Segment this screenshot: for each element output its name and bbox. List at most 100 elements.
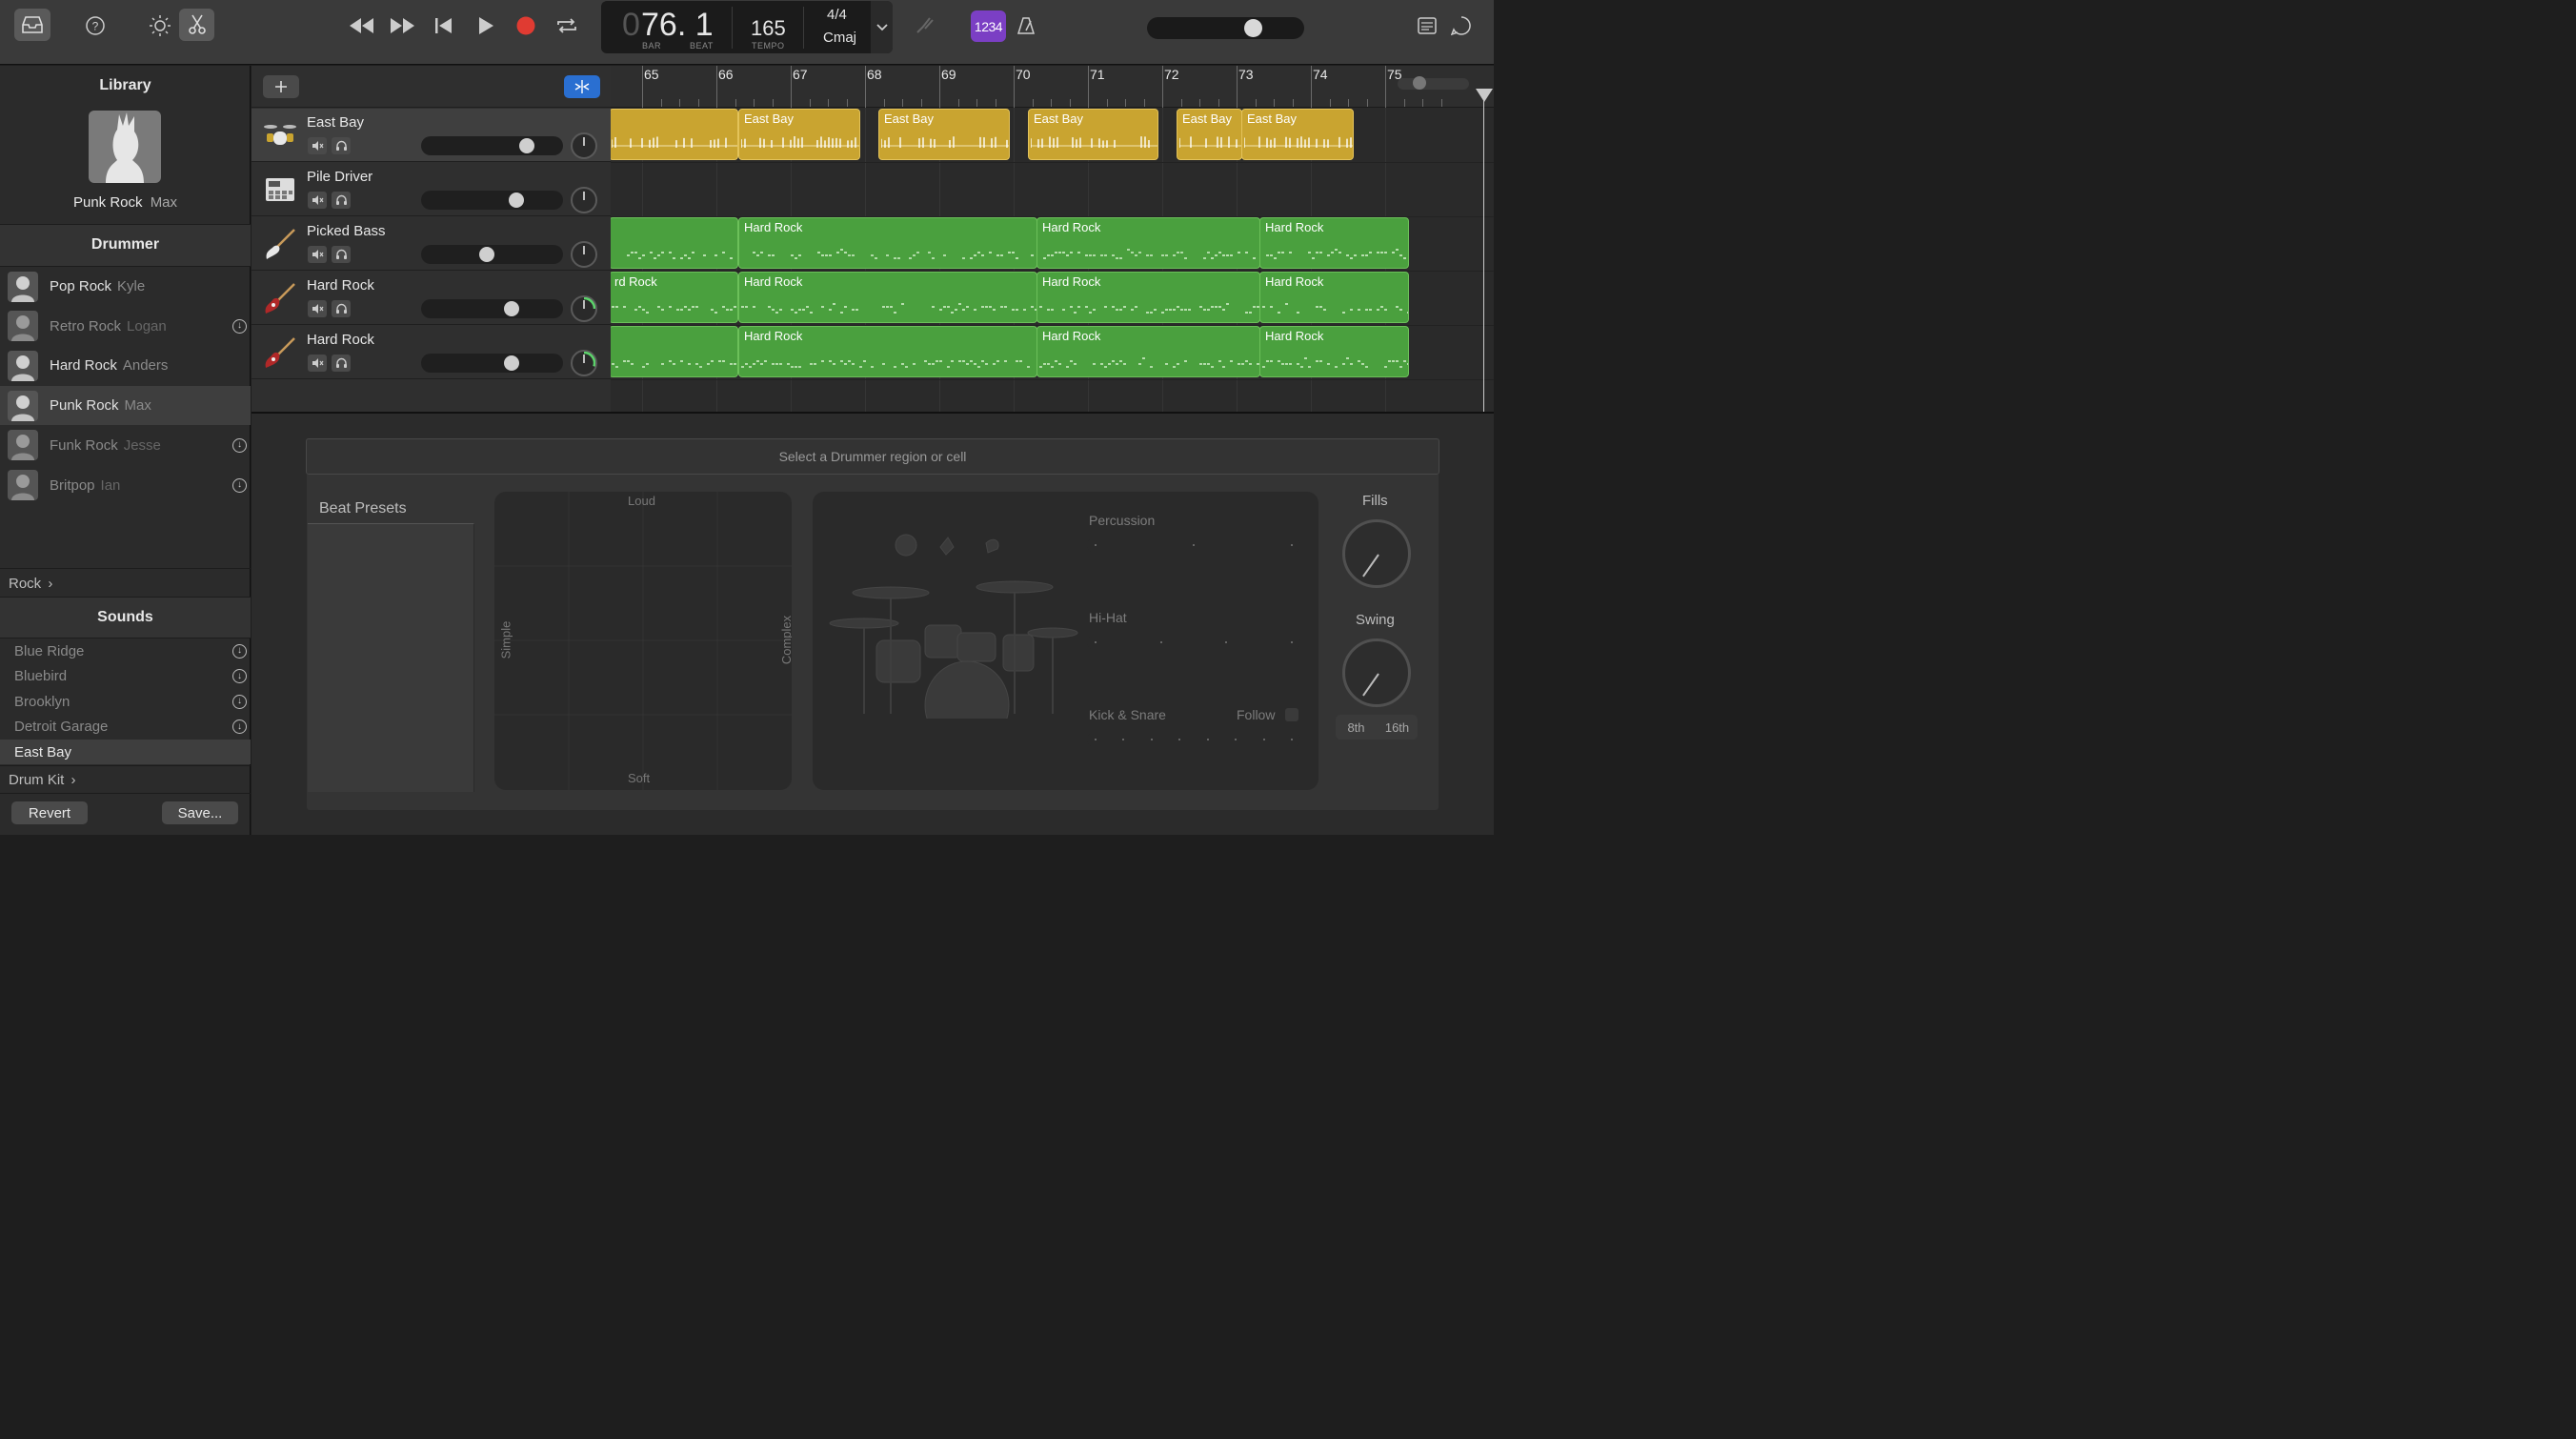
- track-header[interactable]: East Bay: [252, 109, 611, 162]
- sound-row[interactable]: Bluebird ↓: [0, 664, 251, 689]
- download-icon[interactable]: ↓: [232, 720, 247, 735]
- volume-slider-thumb[interactable]: [479, 247, 495, 262]
- drummer-region[interactable]: East Bay: [1241, 109, 1354, 160]
- swing-knob[interactable]: [1342, 638, 1411, 707]
- mute-button[interactable]: [308, 137, 327, 154]
- pan-knob[interactable]: [571, 241, 597, 268]
- track-header[interactable]: Hard Rock: [252, 326, 611, 379]
- midi-region[interactable]: Hard Rock: [1036, 326, 1260, 377]
- hihat-slider[interactable]: [1087, 635, 1300, 650]
- drummer-region[interactable]: East Bay: [738, 109, 860, 160]
- drummer-region[interactable]: [611, 109, 738, 160]
- midi-region[interactable]: rd Rock: [611, 272, 738, 323]
- mute-button[interactable]: [308, 192, 327, 209]
- fast-forward-button[interactable]: [387, 12, 419, 39]
- record-button[interactable]: [513, 12, 539, 39]
- mute-button[interactable]: [308, 246, 327, 263]
- download-icon[interactable]: ↓: [232, 477, 247, 493]
- mute-button[interactable]: [308, 300, 327, 317]
- drummer-row[interactable]: Britpop Ian ↓: [0, 466, 251, 505]
- eighth-note-button[interactable]: 8th: [1336, 715, 1377, 740]
- download-icon[interactable]: ↓: [232, 318, 247, 334]
- pan-knob[interactable]: [571, 132, 597, 159]
- solo-button[interactable]: [332, 300, 351, 317]
- tuner-button[interactable]: [911, 12, 937, 39]
- tracks-area[interactable]: 65 66 67 68 69 70 71 72 73 74 75 East Bay East Bay E…: [611, 66, 1494, 412]
- download-icon[interactable]: ↓: [232, 437, 247, 453]
- volume-slider[interactable]: [421, 191, 563, 210]
- bar-ruler[interactable]: 65 66 67 68 69 70 71 72 73 74 75: [611, 66, 1494, 108]
- drummer-row[interactable]: Hard Rock Anders: [0, 346, 251, 385]
- sixteenth-note-button[interactable]: 16th: [1377, 715, 1418, 740]
- count-in-button[interactable]: 1234: [971, 10, 1006, 42]
- sound-row[interactable]: Brooklyn ↓: [0, 689, 251, 714]
- playhead-handle[interactable]: [1476, 89, 1493, 102]
- midi-region[interactable]: Hard Rock: [738, 326, 1037, 377]
- zoom-slider-thumb[interactable]: [1413, 76, 1426, 90]
- pan-knob[interactable]: [571, 187, 597, 213]
- sound-row[interactable]: Detroit Garage ↓: [0, 715, 251, 740]
- drummer-row[interactable]: Punk Rock Max: [0, 386, 251, 426]
- sound-row[interactable]: East Bay: [0, 740, 251, 765]
- editors-button[interactable]: [179, 9, 214, 41]
- solo-button[interactable]: [332, 355, 351, 372]
- drummer-row[interactable]: Funk Rock Jesse ↓: [0, 426, 251, 465]
- kit-category-selector[interactable]: Drum Kit ›: [9, 772, 76, 788]
- fills-knob[interactable]: [1342, 519, 1411, 588]
- drummer-region[interactable]: East Bay: [1177, 109, 1242, 160]
- smart-tempo-button[interactable]: [564, 75, 600, 98]
- master-volume-thumb[interactable]: [1244, 19, 1262, 37]
- follow-checkbox[interactable]: [1285, 708, 1298, 721]
- lcd-menu-button[interactable]: [871, 1, 893, 53]
- quick-help-button[interactable]: ?: [81, 11, 110, 40]
- midi-region[interactable]: [611, 217, 738, 269]
- loop-browser-button[interactable]: [1448, 12, 1475, 39]
- drummer-row[interactable]: Pop Rock Kyle: [0, 267, 251, 306]
- midi-region[interactable]: Hard Rock: [1259, 272, 1409, 323]
- midi-region[interactable]: Hard Rock: [1036, 272, 1260, 323]
- volume-slider-thumb[interactable]: [509, 193, 525, 208]
- revert-button[interactable]: Revert: [11, 801, 88, 824]
- midi-region[interactable]: Hard Rock: [1259, 217, 1409, 269]
- play-button[interactable]: [473, 12, 499, 39]
- volume-slider-thumb[interactable]: [504, 355, 520, 371]
- volume-slider[interactable]: [421, 354, 563, 373]
- midi-region[interactable]: Hard Rock: [1259, 326, 1409, 377]
- drummer-region[interactable]: East Bay: [1028, 109, 1158, 160]
- track-header[interactable]: Hard Rock: [252, 272, 611, 325]
- pan-knob[interactable]: [571, 295, 597, 322]
- midi-region[interactable]: Hard Rock: [738, 272, 1037, 323]
- kick-snare-slider[interactable]: [1087, 732, 1300, 747]
- solo-button[interactable]: [332, 192, 351, 209]
- volume-slider-thumb[interactable]: [518, 138, 534, 153]
- go-to-beginning-button[interactable]: [431, 12, 457, 39]
- drummer-region[interactable]: East Bay: [878, 109, 1010, 160]
- volume-slider-thumb[interactable]: [504, 301, 520, 316]
- track-header[interactable]: Picked Bass: [252, 217, 611, 271]
- master-volume-slider[interactable]: [1147, 17, 1304, 39]
- sound-row[interactable]: Blue Ridge ↓: [0, 638, 251, 663]
- solo-button[interactable]: [332, 246, 351, 263]
- notepad-button[interactable]: [1414, 12, 1440, 39]
- tempo-value[interactable]: 165: [751, 16, 786, 41]
- smart-controls-button[interactable]: [146, 11, 174, 40]
- library-button[interactable]: [14, 9, 50, 41]
- beat-presets-list[interactable]: [308, 523, 474, 792]
- download-icon[interactable]: ↓: [232, 669, 247, 684]
- add-track-button[interactable]: [263, 75, 299, 98]
- volume-slider[interactable]: [421, 245, 563, 264]
- cycle-button[interactable]: [553, 12, 581, 39]
- track-header[interactable]: Pile Driver: [252, 163, 611, 216]
- midi-region[interactable]: Hard Rock: [738, 217, 1037, 269]
- metronome-button[interactable]: [1013, 12, 1039, 39]
- time-signature[interactable]: 4/4: [827, 7, 847, 23]
- playhead[interactable]: [1483, 89, 1484, 412]
- xy-pad[interactable]: Loud Soft Simple Complex: [494, 492, 792, 790]
- mute-button[interactable]: [308, 355, 327, 372]
- lcd-display[interactable]: 0 76. 1 BAR BEAT 165 TEMPO 4/4 Cmaj: [601, 1, 893, 53]
- genre-selector[interactable]: Rock ›: [9, 576, 52, 592]
- solo-button[interactable]: [332, 137, 351, 154]
- volume-slider[interactable]: [421, 136, 563, 155]
- download-icon[interactable]: ↓: [232, 643, 247, 659]
- rewind-button[interactable]: [345, 12, 377, 39]
